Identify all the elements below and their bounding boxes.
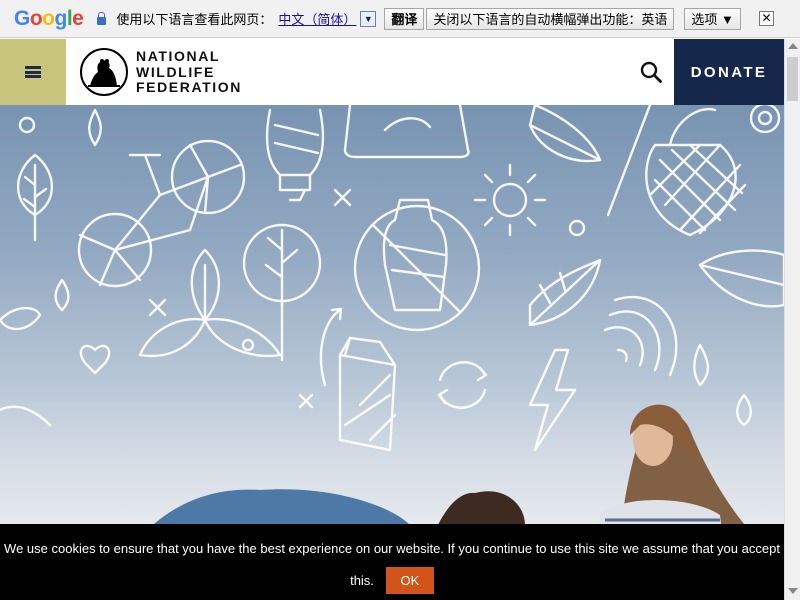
menu-icon: [25, 66, 41, 78]
options-button[interactable]: 选项 ▼: [684, 7, 741, 30]
never-translate-button[interactable]: 关闭以下语言的自动横幅弹出功能：英语: [426, 7, 675, 30]
cookie-banner: We use cookies to ensure that you have t…: [0, 524, 784, 600]
search-icon[interactable]: [640, 61, 662, 83]
donate-button[interactable]: DONATE: [674, 39, 784, 105]
translate-bar: Google 使用以下语言查看此网页： 中文（简体） ▼ 翻译 关闭以下语言的自…: [0, 0, 800, 38]
cookie-message-end: this.: [350, 573, 374, 588]
close-icon[interactable]: ✕: [759, 11, 774, 26]
scroll-thumb[interactable]: [787, 57, 798, 101]
site-header: NATIONAL WILDLIFE FEDERATION DONATE: [0, 39, 784, 105]
scroll-up-arrow[interactable]: [788, 43, 798, 49]
bear-logo-icon[interactable]: [80, 48, 128, 96]
language-link[interactable]: 中文（简体）: [278, 9, 356, 28]
translate-button[interactable]: 翻译: [384, 7, 425, 30]
translate-prompt: 使用以下语言查看此网页：: [116, 12, 273, 27]
language-dropdown[interactable]: ▼: [360, 10, 377, 27]
menu-button[interactable]: [0, 39, 66, 105]
site-logo-text[interactable]: NATIONAL WILDLIFE FEDERATION: [136, 48, 242, 96]
scroll-down-arrow[interactable]: [788, 588, 798, 594]
lock-icon: [97, 11, 107, 25]
cookie-ok-button[interactable]: OK: [385, 567, 434, 594]
page-scrollbar[interactable]: [784, 39, 800, 600]
google-logo: Google: [14, 6, 84, 30]
cookie-message: We use cookies to ensure that you have t…: [4, 541, 780, 556]
